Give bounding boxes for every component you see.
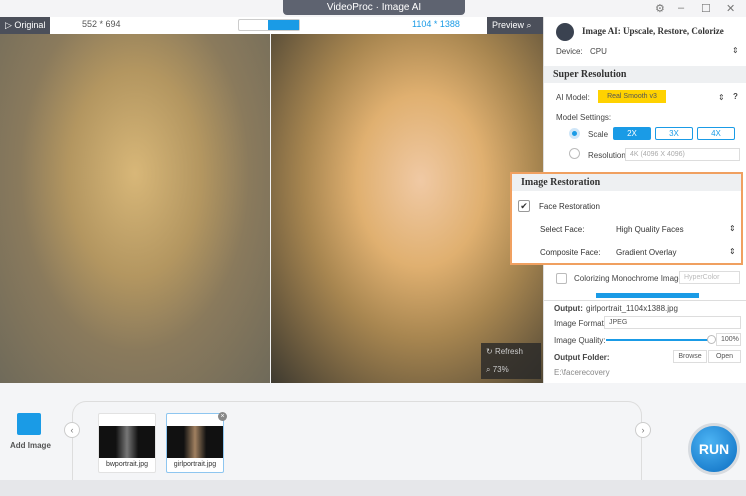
image-quality-value[interactable]: 100% (716, 333, 741, 346)
preview-label: Preview (492, 20, 525, 30)
progress-bar (596, 293, 699, 298)
original-size: 552 * 694 (82, 19, 121, 29)
browse-button[interactable]: Browse (673, 350, 707, 363)
chevron-updown-icon: ⇕ (729, 247, 736, 256)
enhanced-image (271, 34, 543, 383)
face-restoration-label: Face Restoration (539, 202, 600, 211)
maximize-button[interactable]: ☐ (701, 2, 711, 15)
scale-radio[interactable] (569, 128, 580, 139)
zoom-level[interactable]: ⌕ 73% (481, 361, 541, 379)
ai-model-select[interactable]: Real Smooth v3 (598, 90, 666, 103)
remove-file-icon[interactable]: × (218, 412, 227, 421)
model-settings-label: Model Settings: (556, 113, 612, 122)
quality-slider-handle[interactable] (707, 335, 716, 344)
image-quality-slider[interactable] (606, 339, 712, 341)
gear-icon[interactable]: ⚙ (655, 2, 665, 15)
chevron-updown-icon: ⇕ (732, 46, 739, 55)
preview-controls: ↻ Refresh ⌕ 73% (481, 343, 541, 379)
add-image-label[interactable]: Add Image (10, 441, 51, 450)
file-thumbnail[interactable]: bwportrait.jpg (98, 413, 156, 473)
scroll-right-button[interactable]: › (635, 422, 651, 438)
colorize-label: Colorizing Monochrome Image: (574, 274, 686, 283)
composite-face-select[interactable]: Gradient Overlay (616, 248, 676, 257)
original-image (0, 34, 270, 383)
image-restoration-heading: Image Restoration (512, 174, 741, 191)
resolution-select[interactable]: 4K (4096 X 4096) (625, 148, 740, 161)
tab-original[interactable]: ▷ Original (0, 17, 51, 34)
panel-title: Image AI: Upscale, Restore, Colorize (582, 26, 724, 36)
composite-face-label: Composite Face: (540, 248, 601, 257)
thumbnail-track (72, 401, 642, 481)
scale-4x-button[interactable]: 4X (697, 127, 735, 140)
compare-mode-toggle[interactable] (238, 19, 300, 31)
image-format-select[interactable]: JPEG (604, 316, 741, 329)
window-title: VideoProc · Image AI (283, 0, 465, 15)
face-restoration-checkbox[interactable]: ✔ (518, 200, 530, 212)
super-resolution-heading: Super Resolution (544, 66, 746, 83)
device-label: Device: (556, 47, 583, 56)
output-label: Output: (554, 304, 583, 313)
device-select[interactable]: CPU (590, 47, 607, 56)
zoom-icon: ⌕ (486, 365, 491, 374)
image-quality-label: Image Quality: (554, 336, 606, 345)
add-image-icon[interactable] (17, 413, 41, 435)
close-button[interactable]: ✕ (726, 2, 735, 15)
ai-model-label: AI Model: (556, 93, 590, 102)
refresh-icon: ↻ (486, 347, 493, 356)
colorize-model-select[interactable]: HyperColor (679, 271, 740, 284)
status-strip (0, 480, 746, 496)
thumbnail-image (167, 426, 223, 458)
resolution-radio[interactable] (569, 148, 580, 159)
select-face-label: Select Face: (540, 225, 585, 234)
open-button[interactable]: Open (708, 350, 741, 363)
image-ai-logo-icon (556, 23, 574, 41)
minimize-button[interactable]: – (678, 2, 684, 14)
zoom-value: 73% (492, 365, 509, 374)
tab-preview[interactable]: Preview ⌕ (487, 17, 543, 34)
chevron-updown-icon: ⇕ (729, 224, 736, 233)
search-icon: ⌕ (526, 20, 532, 30)
output-folder-path: E:\facerecovery (554, 368, 610, 377)
file-name: girlportrait.jpg (173, 461, 217, 468)
side-by-side-icon[interactable] (268, 20, 299, 30)
scale-3x-button[interactable]: 3X (655, 127, 693, 140)
resolution-label: Resolution (588, 151, 626, 160)
image-format-label: Image Format: (554, 319, 607, 328)
file-thumbnail-selected[interactable]: girlportrait.jpg (166, 413, 224, 473)
output-folder-label: Output Folder: (554, 353, 610, 362)
output-filename: girlportrait_1104x1388.jpg (586, 304, 678, 313)
chevron-updown-icon: ⇕ (718, 93, 725, 102)
colorize-checkbox[interactable] (556, 273, 567, 284)
output-size: 1104 * 1388 (412, 19, 460, 29)
scale-2x-button[interactable]: 2X (613, 127, 651, 140)
refresh-button[interactable]: ↻ Refresh (481, 343, 541, 361)
select-face-select[interactable]: High Quality Faces (616, 225, 684, 234)
divider (544, 300, 746, 301)
help-icon[interactable]: ? (733, 92, 738, 101)
thumbnail-image (99, 426, 155, 458)
file-name: bwportrait.jpg (105, 461, 149, 468)
run-button[interactable]: RUN (688, 423, 740, 475)
scroll-left-button[interactable]: ‹ (64, 422, 80, 438)
image-restoration-section: Image Restoration ✔ Face Restoration Sel… (510, 172, 743, 265)
refresh-label: Refresh (494, 347, 523, 356)
scale-label: Scale (588, 130, 609, 139)
